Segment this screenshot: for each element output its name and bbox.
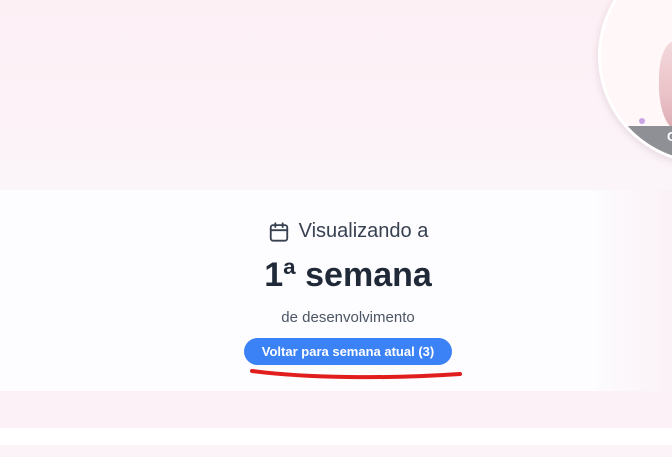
- profile-avatar[interactable]: C: [598, 0, 672, 164]
- next-section-band: [0, 445, 672, 457]
- header-banner: [0, 0, 672, 190]
- avatar-caption-text: C: [667, 129, 672, 144]
- calendar-icon: [269, 221, 288, 242]
- week-view-heading: Visualizando a: [0, 220, 672, 248]
- avatar-photo: [659, 41, 672, 131]
- avatar-caption-strip: [601, 126, 672, 161]
- section-divider-band: [0, 391, 672, 428]
- red-underline-annotation: [250, 369, 462, 380]
- week-title: 1ª semana: [264, 256, 432, 294]
- avatar-indicator-dot: [639, 118, 645, 124]
- section-gap: [0, 428, 672, 445]
- heading-text: Visualizando a: [298, 220, 429, 242]
- back-to-current-week-button[interactable]: Voltar para semana atual (3): [244, 338, 452, 365]
- week-view-card: Visualizando a 1ª semana de desenvolvime…: [0, 190, 672, 391]
- page: C Visualizando a 1ª semana de desenvolvi…: [0, 0, 672, 457]
- week-subtitle: de desenvolvimento: [281, 309, 415, 326]
